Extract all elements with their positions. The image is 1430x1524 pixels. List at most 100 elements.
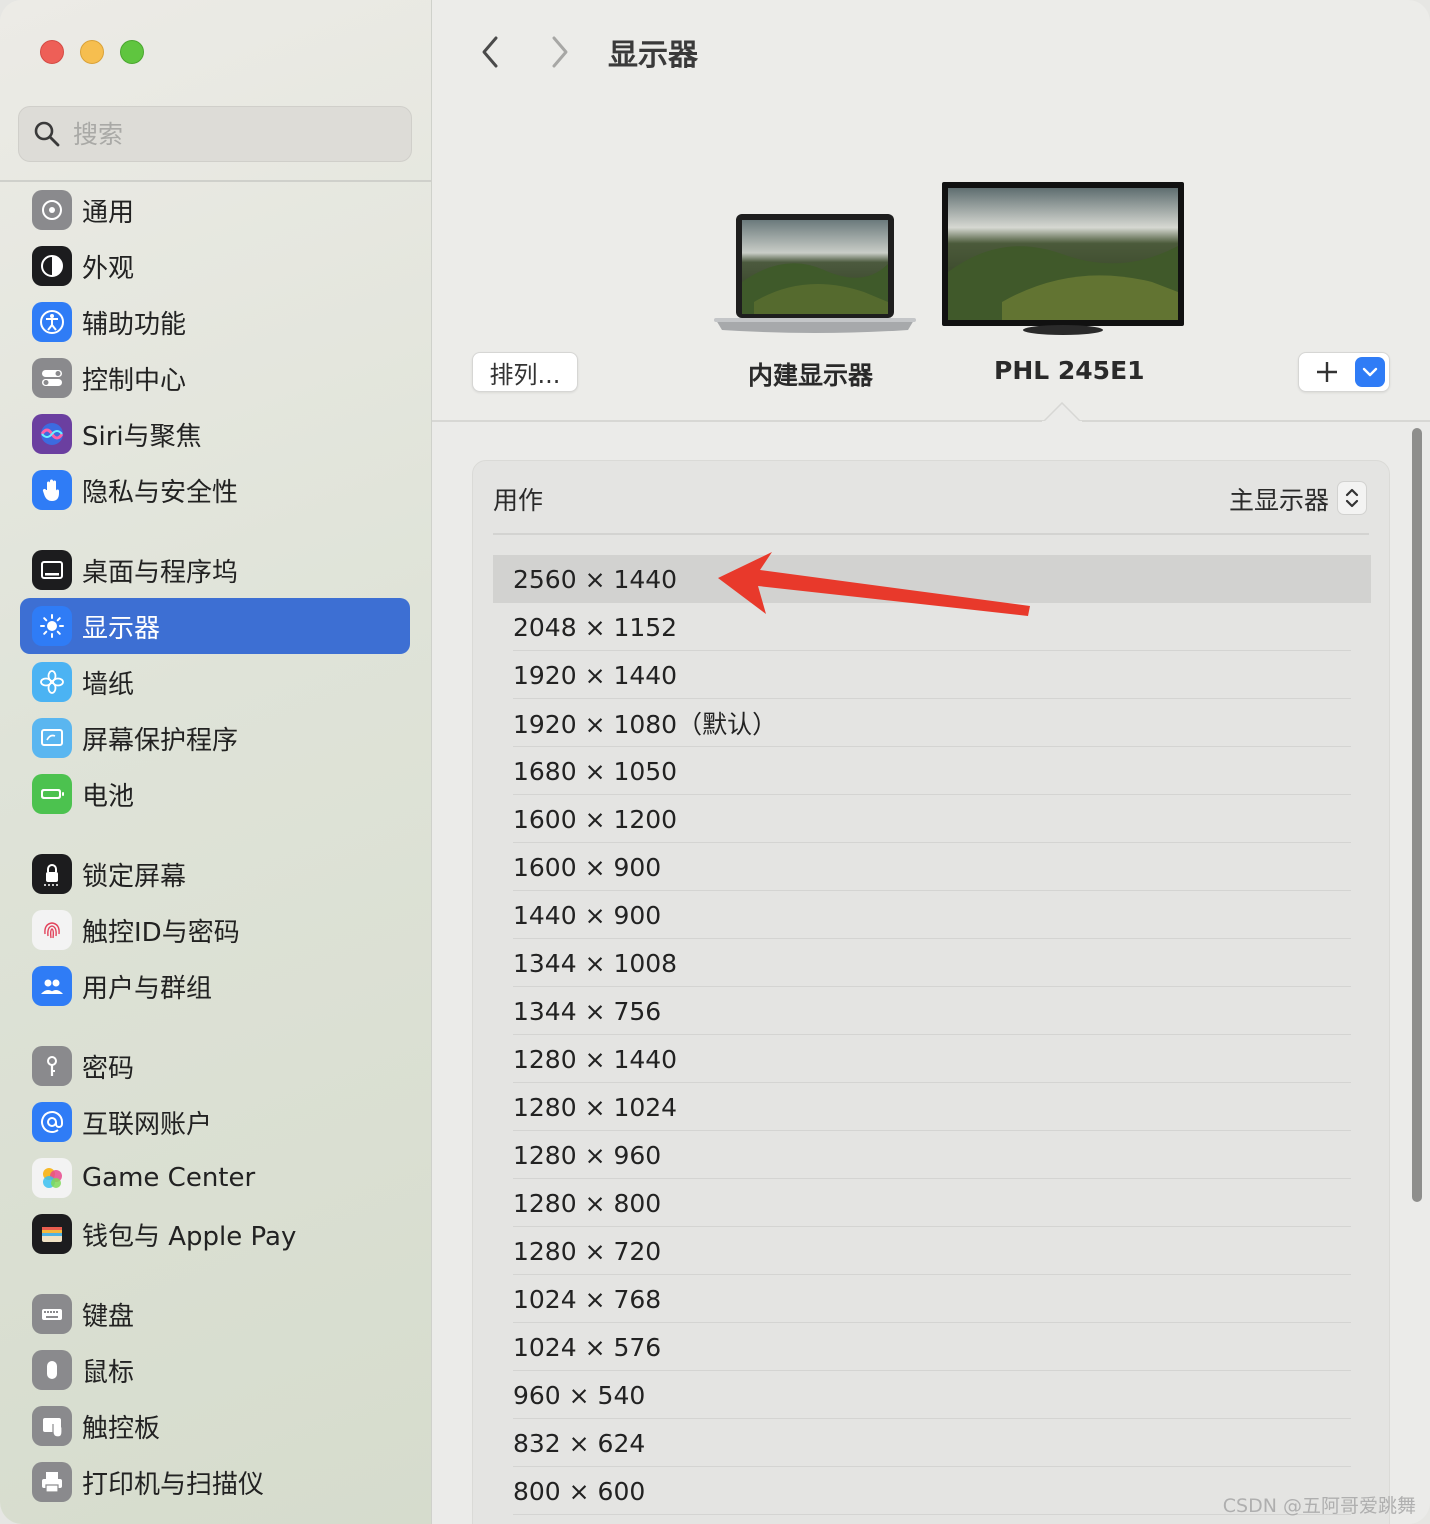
main-pane: 显示器 排列... 内建显示器 PHL 245E1 用作 主显示器 2560 ×… bbox=[432, 0, 1430, 1524]
updown-icon[interactable] bbox=[1337, 481, 1367, 515]
sidebar-item-fingerprint[interactable]: 触控ID与密码 bbox=[20, 902, 410, 958]
resolution-option[interactable]: 1680 × 1050 bbox=[493, 747, 1371, 795]
sidebar: 通用外观辅助功能控制中心 Siri与聚焦隐私与安全性桌面与程序坞显示器墙纸屏幕保护… bbox=[0, 0, 432, 1524]
sidebar-item-printer[interactable]: 打印机与扫描仪 bbox=[20, 1454, 410, 1510]
resolution-option[interactable]: 1024 × 768 bbox=[493, 1275, 1371, 1323]
sidebar-item-label: 键盘 bbox=[82, 1301, 135, 1332]
resolution-list: 2560 × 1440 2048 × 1152 1920 × 1440 1920 × … bbox=[493, 555, 1371, 1515]
minimize-button[interactable] bbox=[80, 40, 104, 64]
sidebar-item-label: 触控板 bbox=[82, 1413, 161, 1444]
settings-panel: 用作 主显示器 2560 × 1440 2048 × 1152 1920 × 144… bbox=[472, 460, 1390, 1524]
use-as-value[interactable]: 主显示器 bbox=[1229, 481, 1329, 517]
back-button[interactable] bbox=[470, 30, 510, 74]
toolbar: 显示器 bbox=[432, 0, 1430, 100]
resolution-option[interactable]: 1344 × 1008 bbox=[493, 939, 1371, 987]
sidebar-group: 桌面与程序坞显示器 墙纸屏幕保护程序 电池 bbox=[20, 542, 410, 822]
appearance-icon bbox=[32, 246, 72, 286]
panel-divider bbox=[493, 533, 1369, 535]
sidebar-item-label: 触控ID与密码 bbox=[82, 917, 240, 948]
resolution-option[interactable]: 1344 × 756 bbox=[493, 987, 1371, 1035]
resolution-option[interactable]: 832 × 624 bbox=[493, 1419, 1371, 1467]
display-label-builtin[interactable]: 内建显示器 bbox=[748, 356, 873, 392]
close-button[interactable] bbox=[40, 40, 64, 64]
trackpad-icon bbox=[32, 1406, 72, 1446]
printer-icon bbox=[32, 1462, 72, 1502]
forward-button[interactable] bbox=[540, 30, 580, 74]
sidebar-item-label: 用户与群组 bbox=[82, 973, 213, 1004]
resolution-option[interactable]: 1440 × 900 bbox=[493, 891, 1371, 939]
sidebar-item-label: 屏幕保护程序 bbox=[82, 725, 239, 756]
watermark: CSDN @五阿哥爱跳舞 bbox=[1222, 1495, 1416, 1517]
resolution-option[interactable]: 1280 × 1024 bbox=[493, 1083, 1371, 1131]
selection-pointer bbox=[1042, 402, 1082, 424]
sidebar-item-at[interactable]: 互联网账户 bbox=[20, 1094, 410, 1150]
resolution-option[interactable]: 1280 × 800 bbox=[493, 1179, 1371, 1227]
chevron-down-icon[interactable] bbox=[1355, 357, 1385, 387]
resolution-option[interactable]: 1280 × 720 bbox=[493, 1227, 1371, 1275]
sidebar-group: 密码 互联网账户 Game Center 钱包与 Apple Pay bbox=[20, 1038, 410, 1262]
zoom-button[interactable] bbox=[120, 40, 144, 64]
resolution-option[interactable]: 1600 × 1200 bbox=[493, 795, 1371, 843]
sidebar-nav: 通用外观辅助功能控制中心 Siri与聚焦隐私与安全性 桌面与程序坞显示器 墙纸屏幕保护… bbox=[20, 182, 410, 1524]
sidebar-item-sun[interactable]: 显示器 bbox=[20, 598, 410, 654]
display-label-phl[interactable]: PHL 245E1 bbox=[994, 356, 1145, 385]
sidebar-item-label: 鼠标 bbox=[82, 1357, 135, 1388]
sidebar-item-users[interactable]: 用户与群组 bbox=[20, 958, 410, 1014]
arrange-button[interactable]: 排列... bbox=[472, 352, 578, 392]
sidebar-item-key[interactable]: 密码 bbox=[20, 1038, 410, 1094]
sidebar-group: 键盘鼠标触控板打印机与扫描仪 bbox=[20, 1286, 410, 1510]
game-center-icon bbox=[32, 1158, 72, 1198]
sidebar-item-flower[interactable]: 墙纸 bbox=[20, 654, 410, 710]
dock-icon bbox=[32, 550, 72, 590]
gear-icon bbox=[32, 190, 72, 230]
sidebar-item-label: 隐私与安全性 bbox=[82, 477, 239, 508]
resolution-option[interactable]: 960 × 540 bbox=[493, 1371, 1371, 1419]
resolution-option[interactable]: 1600 × 900 bbox=[493, 843, 1371, 891]
sidebar-item-hand[interactable]: 隐私与安全性 bbox=[20, 462, 410, 518]
resolution-option[interactable]: 1920 × 1440 bbox=[493, 651, 1371, 699]
sidebar-item-screensaver[interactable]: 屏幕保护程序 bbox=[20, 710, 410, 766]
sidebar-item-label: 锁定屏幕 bbox=[82, 861, 187, 892]
sidebar-item-siri[interactable]: Siri与聚焦 bbox=[20, 406, 410, 462]
sidebar-group: 锁定屏幕触控ID与密码 用户与群组 bbox=[20, 846, 410, 1014]
resolution-option[interactable]: 1920 × 1080（默认） bbox=[493, 699, 1371, 747]
accessibility-icon bbox=[32, 302, 72, 342]
monitor-icon[interactable] bbox=[942, 182, 1184, 338]
page-title: 显示器 bbox=[608, 38, 698, 73]
sidebar-item-wallet[interactable]: 钱包与 Apple Pay bbox=[20, 1206, 410, 1262]
sidebar-item-control-center[interactable]: 控制中心 bbox=[20, 350, 410, 406]
laptop-icon[interactable] bbox=[714, 212, 916, 336]
sidebar-item-trackpad[interactable]: 触控板 bbox=[20, 1398, 410, 1454]
display-settings: 用作 主显示器 2560 × 1440 2048 × 1152 1920 × 144… bbox=[432, 422, 1430, 1524]
resolution-option[interactable]: 2560 × 1440 bbox=[493, 555, 1371, 603]
scrollbar[interactable] bbox=[1412, 428, 1422, 1202]
sidebar-item-dock[interactable]: 桌面与程序坞 bbox=[20, 542, 410, 598]
sidebar-item-game-center[interactable]: Game Center bbox=[20, 1150, 410, 1206]
mouse-icon bbox=[32, 1350, 72, 1390]
search-input[interactable] bbox=[73, 119, 373, 149]
plus-icon[interactable] bbox=[1299, 353, 1355, 391]
keyboard-icon bbox=[32, 1294, 72, 1334]
sidebar-item-label: 外观 bbox=[82, 253, 135, 284]
settings-window: 通用外观辅助功能控制中心Siri与聚焦隐私与安全性桌面与程序坞显示器墙纸屏幕保护… bbox=[0, 0, 1430, 1524]
sidebar-item-lock[interactable]: 锁定屏幕 bbox=[20, 846, 410, 902]
resolution-option[interactable]: 1280 × 1440 bbox=[493, 1035, 1371, 1083]
hand-icon bbox=[32, 470, 72, 510]
resolution-option[interactable]: 1280 × 960 bbox=[493, 1131, 1371, 1179]
sidebar-item-gear[interactable]: 通用 bbox=[20, 182, 410, 238]
add-display-control[interactable] bbox=[1298, 352, 1390, 392]
sidebar-item-accessibility[interactable]: 辅助功能 bbox=[20, 294, 410, 350]
sidebar-item-keyboard[interactable]: 键盘 bbox=[20, 1286, 410, 1342]
display-arrangement: 排列... 内建显示器 PHL 245E1 bbox=[432, 100, 1430, 422]
sidebar-item-label: 电池 bbox=[82, 781, 135, 812]
search-box[interactable] bbox=[18, 106, 412, 162]
sidebar-item-appearance[interactable]: 外观 bbox=[20, 238, 410, 294]
sidebar-item-mouse[interactable]: 鼠标 bbox=[20, 1342, 410, 1398]
resolution-option[interactable]: 1024 × 576 bbox=[493, 1323, 1371, 1371]
sidebar-item-label: 控制中心 bbox=[82, 365, 187, 396]
users-icon bbox=[32, 966, 72, 1006]
sidebar-item-label: 桌面与程序坞 bbox=[82, 557, 239, 588]
screensaver-icon bbox=[32, 718, 72, 758]
resolution-option[interactable]: 2048 × 1152 bbox=[493, 603, 1371, 651]
sidebar-item-battery[interactable]: 电池 bbox=[20, 766, 410, 822]
